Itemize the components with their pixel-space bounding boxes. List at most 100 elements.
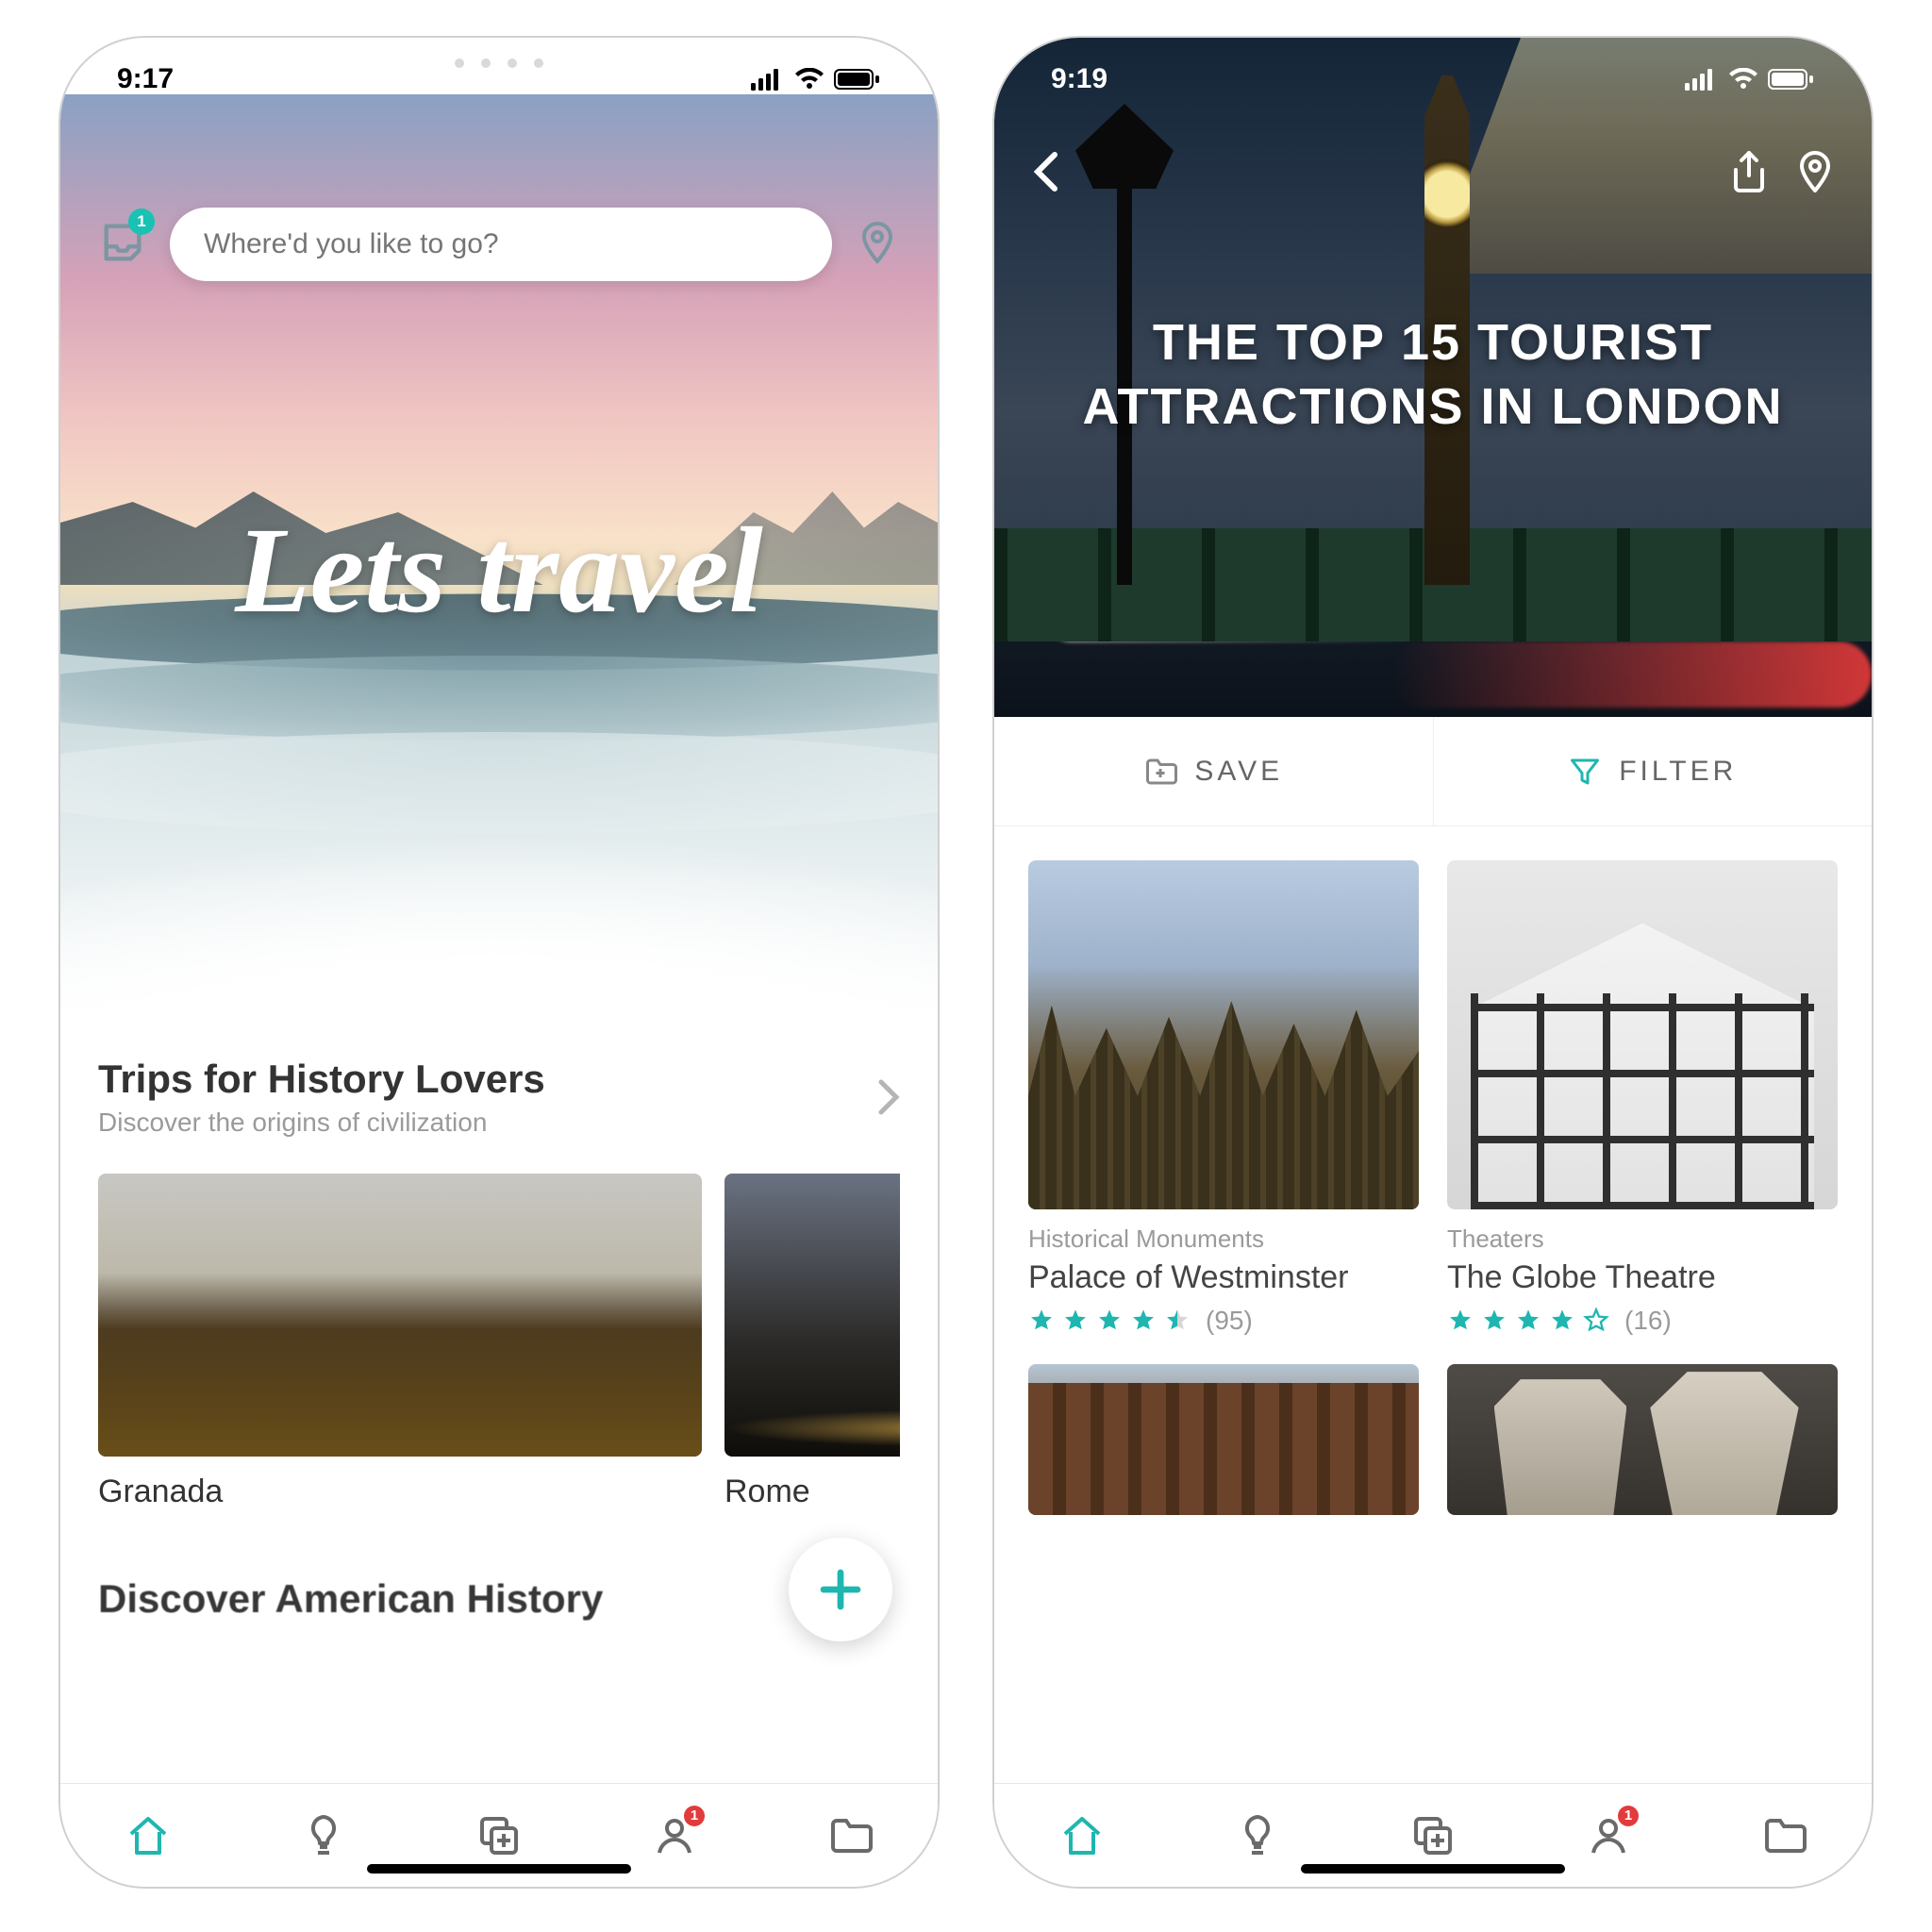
star-icon: [1062, 1307, 1089, 1334]
chevron-right-icon: [877, 1078, 900, 1116]
trip-card-granada[interactable]: Granada: [98, 1174, 702, 1510]
phone-home-screen: 9:17 Lets travel 1: [60, 38, 938, 1887]
copy-plus-icon: [1410, 1813, 1456, 1858]
poi-card-partial-1[interactable]: [1028, 1364, 1419, 1515]
battery-icon: [834, 68, 881, 91]
cellular-icon: [1685, 68, 1719, 91]
tab-ideas[interactable]: [1231, 1809, 1284, 1862]
save-button[interactable]: SAVE: [994, 717, 1433, 825]
star-icon: [1096, 1307, 1123, 1334]
tab-home[interactable]: [1056, 1809, 1108, 1862]
share-icon: [1730, 151, 1768, 192]
star-icon: [1515, 1307, 1541, 1334]
poi-name: Palace of Westminster: [1028, 1259, 1419, 1296]
hero-london: THE TOP 15 TOURIST ATTRACTIONS IN LONDON: [994, 38, 1872, 717]
trip-name: Granada: [98, 1474, 702, 1510]
lightbulb-icon: [1235, 1813, 1280, 1858]
inbox-button[interactable]: 1: [98, 218, 147, 272]
poi-category: Theaters: [1447, 1224, 1838, 1254]
star-half-icon: [1164, 1307, 1191, 1334]
top-controls: [1032, 151, 1834, 197]
pin-icon: [1796, 151, 1834, 192]
trip-name: Rome: [724, 1474, 900, 1510]
title-line2: ATTRACTIONS IN LONDON: [1083, 378, 1784, 435]
filter-label: FILTER: [1619, 756, 1737, 788]
folder-icon: [1761, 1813, 1807, 1858]
status-time: 9:17: [117, 63, 174, 95]
inbox-badge: 1: [128, 208, 155, 235]
section-history: Trips for History Lovers Discover the or…: [60, 1057, 938, 1622]
search-input[interactable]: [170, 208, 832, 281]
wifi-icon: [794, 68, 824, 91]
rating-count: (16): [1624, 1306, 1672, 1336]
trip-image: [724, 1174, 900, 1457]
next-section-title: Discover American History: [98, 1576, 900, 1622]
poi-image: [1447, 860, 1838, 1209]
lightbulb-icon: [301, 1813, 346, 1858]
home-indicator[interactable]: [367, 1864, 631, 1874]
tab-folder[interactable]: [1757, 1809, 1810, 1862]
map-pin-button[interactable]: [1796, 151, 1834, 197]
tab-home[interactable]: [122, 1809, 175, 1862]
poi-image: [1028, 1364, 1419, 1515]
status-icons: [1685, 68, 1815, 91]
home-content: Lets travel 1 Trips for History Lovers D…: [60, 94, 938, 1783]
trip-image: [98, 1174, 702, 1457]
filter-button[interactable]: FILTER: [1433, 717, 1873, 825]
star-icon: [1028, 1307, 1055, 1334]
add-fab[interactable]: [789, 1538, 892, 1641]
home-icon: [1059, 1813, 1105, 1858]
poi-grid[interactable]: Historical Monuments Palace of Westminst…: [994, 826, 1872, 1783]
tab-plan[interactable]: [1407, 1809, 1459, 1862]
poi-card-westminster[interactable]: Historical Monuments Palace of Westminst…: [1028, 860, 1419, 1336]
folder-icon: [827, 1813, 873, 1858]
hero-title: THE TOP 15 TOURIST ATTRACTIONS IN LONDON: [994, 311, 1872, 439]
profile-badge: 1: [684, 1806, 705, 1826]
star-icon: [1130, 1307, 1157, 1334]
tab-profile[interactable]: 1: [648, 1809, 701, 1862]
share-button[interactable]: [1730, 151, 1768, 197]
tab-folder[interactable]: [824, 1809, 876, 1862]
home-indicator[interactable]: [1301, 1864, 1565, 1874]
poi-card-globe[interactable]: Theaters The Globe Theatre (16): [1447, 860, 1838, 1336]
cellular-icon: [751, 68, 785, 91]
save-label: SAVE: [1194, 756, 1283, 788]
status-bar: 9:17: [60, 38, 938, 94]
title-line1: THE TOP 15 TOURIST: [1153, 314, 1713, 371]
trip-cards-row[interactable]: Granada Rome: [98, 1174, 900, 1510]
search-field[interactable]: [202, 227, 800, 261]
status-icons: [751, 68, 881, 91]
location-pin-button[interactable]: [855, 220, 900, 270]
trip-card-rome[interactable]: Rome: [724, 1174, 900, 1510]
tab-profile[interactable]: 1: [1582, 1809, 1635, 1862]
poi-name: The Globe Theatre: [1447, 1259, 1838, 1296]
section-header[interactable]: Trips for History Lovers Discover the or…: [98, 1057, 900, 1138]
phone-london-screen: 9:19 THE: [994, 38, 1872, 1887]
action-bar: SAVE FILTER: [994, 717, 1872, 826]
back-button[interactable]: [1032, 151, 1058, 197]
pin-icon: [855, 220, 900, 265]
star-empty-icon: [1583, 1307, 1609, 1334]
filter-icon: [1568, 755, 1602, 789]
poi-rating: (16): [1447, 1306, 1838, 1336]
wifi-icon: [1728, 68, 1758, 91]
tab-ideas[interactable]: [297, 1809, 350, 1862]
search-row: 1: [98, 208, 900, 281]
status-time: 9:19: [1051, 63, 1108, 95]
poi-rating: (95): [1028, 1306, 1419, 1336]
chevron-left-icon: [1032, 151, 1058, 192]
copy-plus-icon: [476, 1813, 522, 1858]
poi-card-partial-2[interactable]: [1447, 1364, 1838, 1515]
section-title: Trips for History Lovers: [98, 1057, 545, 1102]
status-bar: 9:19: [994, 38, 1872, 94]
tab-plan[interactable]: [473, 1809, 525, 1862]
section-subtitle: Discover the origins of civilization: [98, 1108, 545, 1138]
london-content: THE TOP 15 TOURIST ATTRACTIONS IN LONDON…: [994, 38, 1872, 1783]
save-folder-icon: [1143, 755, 1177, 789]
poi-image: [1447, 1364, 1838, 1515]
profile-badge: 1: [1618, 1806, 1639, 1826]
hero-tagline: Lets travel: [60, 500, 938, 641]
poi-category: Historical Monuments: [1028, 1224, 1419, 1254]
home-icon: [125, 1813, 171, 1858]
poi-image: [1028, 860, 1419, 1209]
